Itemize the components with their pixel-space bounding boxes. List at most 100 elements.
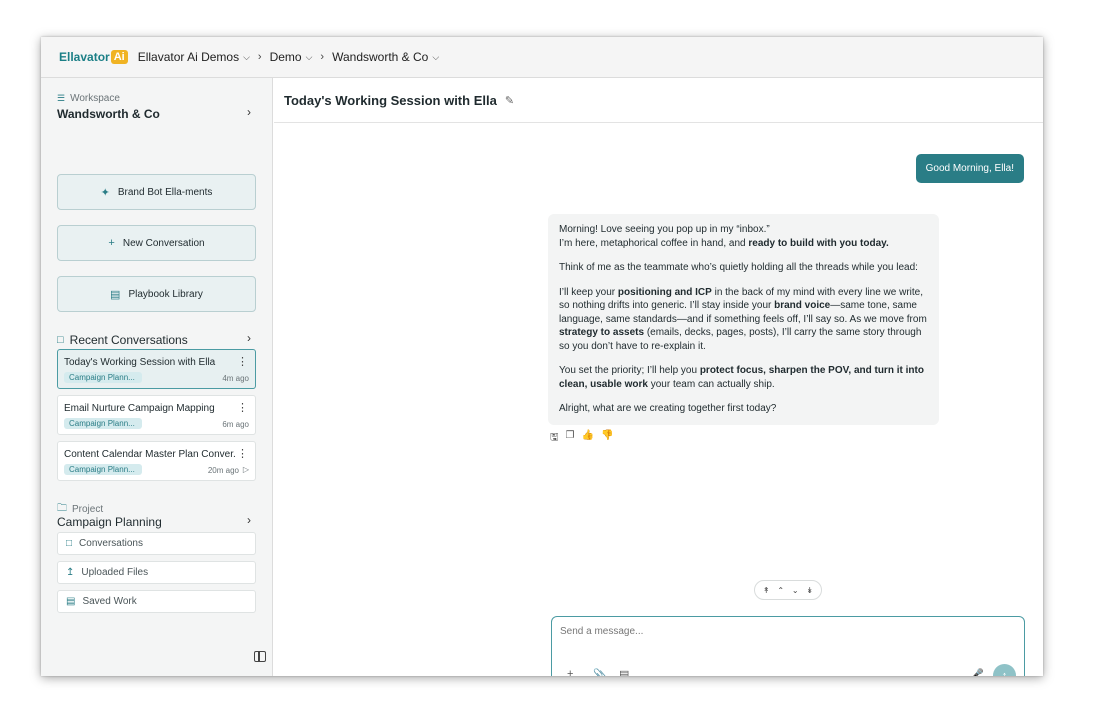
message-actions: 🖫 ❐ 👍 👎 (550, 430, 613, 447)
conversation-tag: Campaign Plann... (64, 372, 142, 383)
arrow-up-icon: ↑ (1001, 669, 1008, 677)
chevron-right-icon: › (320, 51, 325, 63)
workspace-name[interactable]: Wandsworth & Co (57, 107, 160, 121)
sidebar: ☰ Workspace Wandsworth & Co › ✦ Brand Bo… (41, 78, 273, 676)
conversation-title: Content Calendar Master Plan Conver... (64, 449, 236, 460)
workspace-label: ☰ Workspace (57, 93, 120, 104)
chevron-down-icon: ⌵ (432, 51, 440, 62)
assistant-message: Morning! Love seeing you pop up in my “i… (548, 214, 939, 425)
user-message: Good Morning, Ella! (915, 154, 1024, 183)
pencil-icon[interactable]: ✎ (505, 94, 514, 107)
project-uploaded-files-item[interactable]: ↥ Uploaded Files (57, 561, 256, 584)
chevron-down-icon: ⌵ (243, 51, 250, 62)
chat-bubble-icon: □ (57, 334, 64, 346)
message-text: I’m here, metaphorical coffee in hand, a… (559, 237, 749, 249)
chat-bubble-icon: □ (66, 538, 73, 549)
breadcrumb-org-label: Ellavator Ai Demos (137, 50, 240, 64)
more-vertical-icon[interactable]: ⋮ (237, 355, 248, 368)
double-chevron-up-icon[interactable]: ↟ (763, 586, 770, 595)
message-paragraph: You set the priority; I’ll help you prot… (559, 364, 928, 391)
prompt-library-icon[interactable]: ▤ (619, 668, 629, 676)
more-vertical-icon[interactable]: ⋮ (237, 401, 248, 414)
conversation-time: 6m ago (222, 420, 249, 429)
brand-bot-button[interactable]: ✦ Brand Bot Ella-ments (57, 174, 256, 210)
microphone-icon[interactable]: 🎤 (970, 668, 984, 676)
app-logo[interactable]: Ellavator Ai (59, 50, 128, 64)
conversation-tag: Campaign Plann... (64, 418, 142, 429)
chevron-right-icon: › (257, 51, 262, 63)
more-vertical-icon[interactable]: ⋮ (237, 447, 248, 460)
save-icon[interactable]: 🖫 (550, 430, 559, 447)
message-paragraph: Morning! Love seeing you pop up in my “i… (559, 223, 928, 250)
plus-icon: + (108, 237, 115, 249)
play-icon[interactable]: ▷ (243, 465, 249, 474)
breadcrumb-workspace-label: Wandsworth & Co (332, 50, 429, 64)
breadcrumb-demo[interactable]: Demo ⌵ (270, 50, 313, 64)
breadcrumb-org[interactable]: Ellavator Ai Demos ⌵ (138, 50, 250, 64)
message-paragraph: Alright, what are we creating together f… (559, 403, 777, 414)
top-bar: Ellavator Ai Ellavator Ai Demos ⌵ › Demo… (41, 37, 1043, 78)
thumbs-up-icon[interactable]: 👍 (582, 430, 594, 447)
message-emphasis: positioning and ICP (617, 286, 712, 298)
message-text: You set the priority; I’ll help you (559, 365, 700, 376)
send-button[interactable]: ↑ (993, 664, 1016, 676)
breadcrumb-demo-label: Demo (269, 50, 302, 64)
thumbs-down-icon[interactable]: 👎 (601, 430, 613, 447)
message-composer: + 📎 ▤ 🎤 ↑ (551, 616, 1025, 676)
breadcrumb-workspace[interactable]: Wandsworth & Co ⌵ (332, 50, 439, 64)
plus-icon[interactable]: + (567, 668, 573, 676)
copy-icon[interactable]: ❐ (566, 430, 575, 447)
message-emphasis: strategy to assets (559, 327, 645, 338)
chat-area: Good Morning, Ella! Morning! Love seeing… (274, 124, 1043, 676)
chevron-right-icon[interactable]: › (247, 513, 251, 527)
double-chevron-down-icon[interactable]: ↡ (806, 586, 813, 595)
conversation-item[interactable]: Email Nurture Campaign Mapping ⋮ Campaig… (57, 395, 256, 435)
project-item-label: Saved Work (82, 596, 137, 607)
project-item-label: Uploaded Files (81, 567, 149, 578)
message-paragraph: I’ll keep your positioning and ICP in th… (559, 286, 928, 354)
chevron-down-icon: ⌵ (305, 51, 313, 62)
playbook-library-button[interactable]: ▤ Playbook Library (57, 276, 256, 312)
playbook-library-label: Playbook Library (128, 288, 203, 300)
conversation-title: Email Nurture Campaign Mapping (64, 403, 215, 414)
message-paragraph: Think of me as the teammate who’s quietl… (559, 262, 918, 273)
recent-conversations-header[interactable]: □ Recent Conversations (57, 333, 188, 347)
sparkle-icon: ✦ (100, 186, 110, 199)
paperclip-icon[interactable]: 📎 (593, 668, 607, 676)
chevron-right-icon[interactable]: › (247, 105, 251, 119)
layers-icon: ☰ (57, 93, 66, 103)
conversation-time: 4m ago (222, 374, 249, 383)
message-navigation: ↟ ⌃ ⌄ ↡ (754, 580, 822, 600)
project-saved-work-item[interactable]: ▤ Saved Work (57, 590, 256, 613)
conversation-item[interactable]: Content Calendar Master Plan Conver... ⋮… (57, 441, 256, 481)
message-emphasis: ready to build with you today. (748, 237, 889, 249)
app-window: Ellavator Ai Ellavator Ai Demos ⌵ › Demo… (41, 37, 1043, 676)
chevron-up-icon[interactable]: ⌃ (777, 586, 784, 595)
project-name[interactable]: Campaign Planning (57, 515, 162, 529)
brand-bot-label: Brand Bot Ella-ments (117, 186, 213, 198)
conversation-time: 20m ago (207, 466, 239, 475)
new-conversation-button[interactable]: + New Conversation (57, 225, 256, 261)
message-emphasis: brand voice (774, 300, 831, 311)
new-conversation-label: New Conversation (122, 237, 205, 249)
conversation-title: Today's Working Session with Ella (64, 357, 216, 368)
library-icon: ▤ (110, 288, 121, 301)
project-conversations-item[interactable]: □ Conversations (57, 532, 256, 555)
chevron-down-icon[interactable]: ⌄ (792, 586, 799, 595)
conversation-item[interactable]: Today's Working Session with Ella ⋮ Camp… (57, 349, 256, 389)
conversation-tag: Campaign Plann... (64, 464, 142, 475)
message-input[interactable] (560, 626, 1010, 637)
workspace-label-text: Workspace (70, 93, 120, 104)
message-text: I’ll keep your (559, 286, 618, 298)
upload-icon: ↥ (66, 567, 75, 578)
document-icon: ▤ (66, 596, 76, 607)
chevron-right-icon[interactable]: › (247, 331, 251, 345)
collapse-sidebar-icon[interactable] (254, 651, 266, 662)
message-text: your team can actually ship. (647, 378, 775, 390)
message-text: Morning! Love seeing you pop up in my “i… (559, 224, 770, 235)
project-label-text: Project (72, 504, 104, 515)
conversation-header: Today's Working Session with Ella ✎ (274, 78, 1043, 123)
conversation-title-heading: Today's Working Session with Ella (284, 92, 497, 108)
recent-conversations-title: Recent Conversations (69, 333, 188, 347)
project-item-label: Conversations (79, 538, 143, 549)
